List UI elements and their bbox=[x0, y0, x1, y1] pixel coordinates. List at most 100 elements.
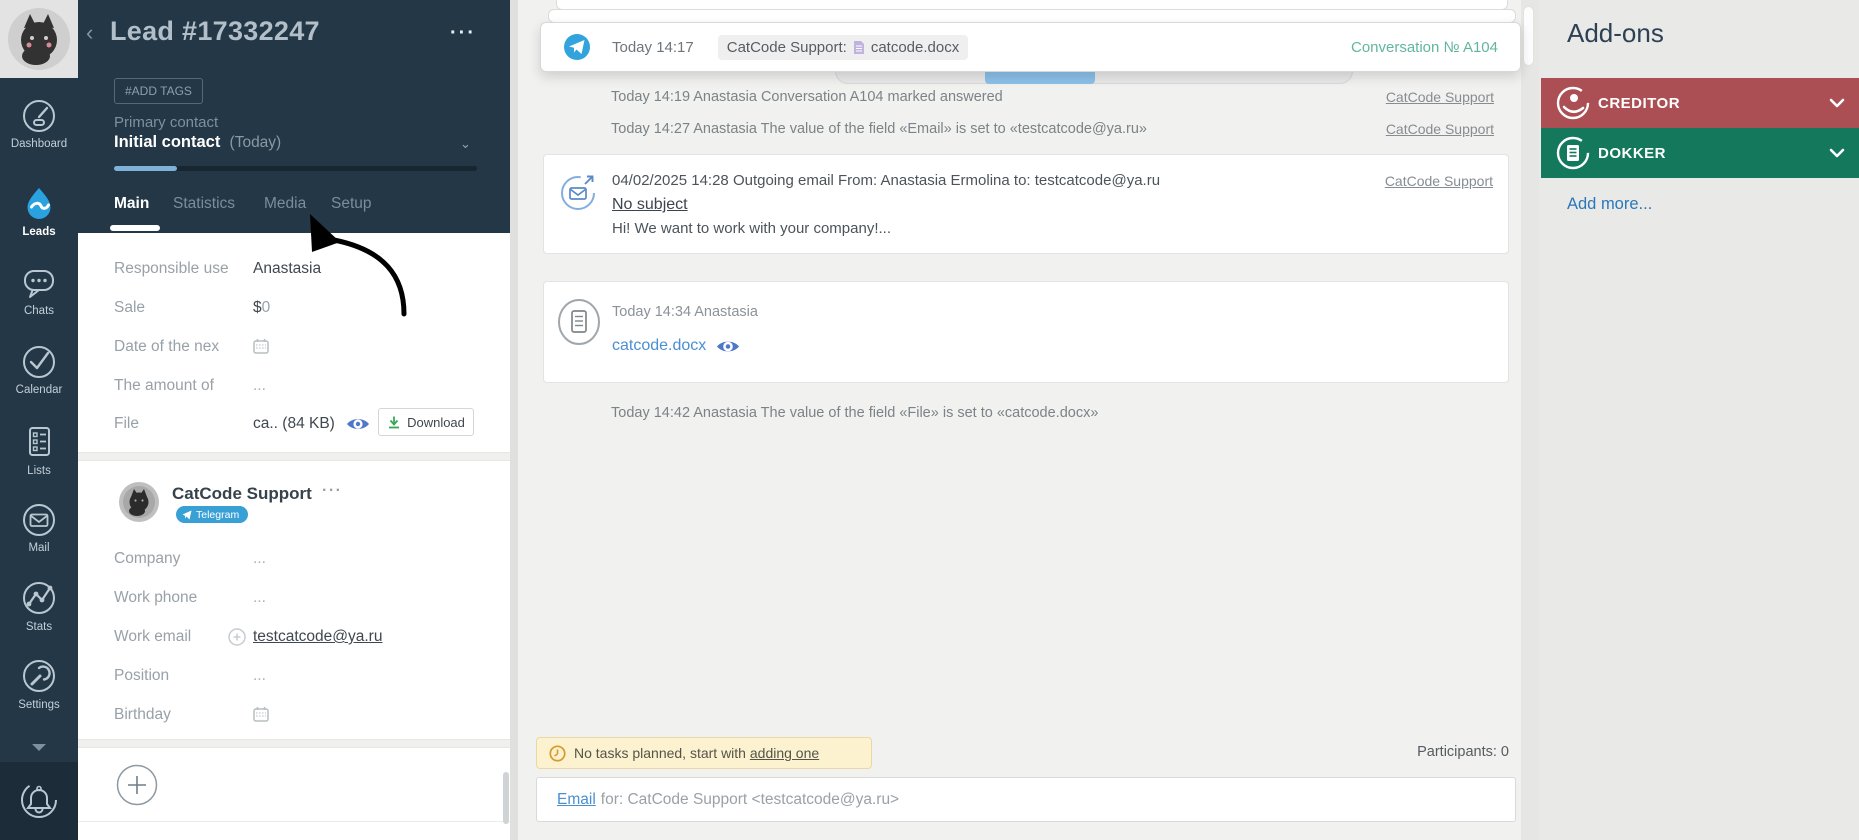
field-label-work-phone: Work phone bbox=[114, 589, 198, 606]
field-value-responsible[interactable]: Anastasia bbox=[253, 260, 321, 278]
sidebar-item-leads[interactable]: Leads bbox=[0, 186, 78, 238]
feed-event-text: Today 14:19 Anastasia Conversation A104 … bbox=[611, 89, 1003, 105]
contact-name[interactable]: CatCode Support bbox=[172, 484, 312, 504]
field-value-work-phone[interactable]: ... bbox=[253, 589, 266, 607]
plus-circle-icon bbox=[116, 764, 158, 806]
field-value-work-email[interactable]: testcatcode@ya.ru bbox=[253, 628, 382, 646]
lead-menu-button[interactable]: ··· bbox=[450, 22, 476, 45]
outgoing-email-icon bbox=[561, 175, 595, 210]
tab-setup[interactable]: Setup bbox=[331, 195, 372, 213]
composer-channel-link[interactable]: Email bbox=[557, 791, 596, 809]
add-more-link[interactable]: Add more... bbox=[1567, 195, 1652, 214]
tab-statistics[interactable]: Statistics bbox=[173, 195, 235, 213]
feed-event-contact-link[interactable]: CatCode Support bbox=[1386, 89, 1494, 105]
no-tasks-warning: No tasks planned, start with adding one bbox=[536, 737, 872, 769]
feed-event-contact-link[interactable]: CatCode Support bbox=[1386, 121, 1494, 137]
telegram-plane-icon bbox=[182, 510, 192, 519]
sidebar-item-mail[interactable]: Mail bbox=[0, 502, 78, 554]
sidebar-label: Lists bbox=[27, 465, 51, 477]
tab-main[interactable]: Main bbox=[114, 195, 149, 213]
doc-file-icon bbox=[853, 40, 864, 54]
feed-scrollbar-thumb[interactable] bbox=[1523, 6, 1534, 66]
notifications-zone[interactable] bbox=[0, 762, 78, 840]
addons-panel: Add-ons CREDITOR DOKKER Add more... bbox=[1539, 0, 1859, 840]
birthday-calendar-icon[interactable] bbox=[253, 706, 269, 722]
panel-scrollbar[interactable] bbox=[503, 772, 509, 824]
file-view-eye-icon[interactable] bbox=[716, 338, 740, 355]
clock-icon bbox=[549, 744, 566, 762]
pinned-message-chip[interactable]: CatCode Support: catcode.docx bbox=[717, 34, 969, 60]
telegram-badge[interactable]: Telegram bbox=[176, 506, 249, 523]
pinned-file-name[interactable]: catcode.docx bbox=[871, 39, 959, 56]
sidebar-item-chats[interactable]: Chats bbox=[0, 265, 78, 317]
lead-title: Lead #17332247 bbox=[110, 16, 320, 46]
lead-panel-header: ‹ Lead #17332247 ··· #ADD TAGS Primary c… bbox=[78, 0, 510, 233]
field-label-next-date: Date of the nex bbox=[114, 338, 220, 355]
sidebar-label: Chats bbox=[23, 305, 55, 317]
conversation-link[interactable]: Conversation № A104 bbox=[1351, 39, 1498, 56]
app-root: Dashboard Leads Chats Calendar Lists Mai… bbox=[0, 0, 1859, 840]
email-contact-link[interactable]: CatCode Support bbox=[1385, 173, 1493, 189]
email-subject-link[interactable]: No subject bbox=[612, 196, 688, 214]
download-button[interactable]: Download bbox=[378, 408, 474, 436]
contact-avatar[interactable] bbox=[119, 482, 159, 522]
stage-when: (Today) bbox=[229, 134, 282, 151]
telegram-badge-label: Telegram bbox=[196, 508, 240, 521]
sidebar-item-lists[interactable]: Lists bbox=[0, 423, 78, 477]
pinned-time: Today 14:17 bbox=[612, 38, 694, 56]
sidebar-item-stats[interactable]: Stats bbox=[0, 579, 78, 633]
back-button[interactable]: ‹ bbox=[86, 20, 93, 46]
tab-media[interactable]: Media bbox=[264, 195, 306, 213]
addon-creditor[interactable]: CREDITOR bbox=[1541, 78, 1859, 128]
field-label-file: File bbox=[114, 415, 139, 432]
sidebar-label: Leads bbox=[22, 226, 56, 238]
download-label: Download bbox=[407, 414, 465, 430]
addon-dokker[interactable]: DOKKER bbox=[1541, 128, 1859, 178]
file-event-card[interactable]: Today 14:34 Anastasia catcode.docx bbox=[543, 281, 1509, 383]
stacked-card-middle bbox=[548, 9, 1516, 23]
account-avatar[interactable] bbox=[0, 0, 78, 78]
stage-chevron-icon[interactable]: ⌄ bbox=[460, 136, 471, 152]
sidebar-item-calendar[interactable]: Calendar bbox=[0, 344, 78, 396]
file-card-link[interactable]: catcode.docx bbox=[612, 337, 706, 355]
adding-one-link[interactable]: adding one bbox=[750, 745, 819, 761]
sidebar-item-dashboard[interactable]: Dashboard bbox=[0, 98, 78, 150]
bell-icon bbox=[21, 782, 57, 818]
chevron-down-icon bbox=[1829, 98, 1845, 108]
field-label-position: Position bbox=[114, 667, 170, 684]
calendar-field-icon[interactable] bbox=[253, 338, 269, 354]
field-value-sale[interactable]: $0 bbox=[253, 299, 270, 317]
file-preview-eye-icon[interactable] bbox=[346, 416, 370, 432]
field-value-company[interactable]: ... bbox=[253, 550, 266, 568]
feed-event-text: Today 14:27 Anastasia The value of the f… bbox=[611, 121, 1147, 137]
field-label-sale: Sale bbox=[114, 299, 146, 316]
settings-icon bbox=[23, 660, 55, 692]
document-circle-icon bbox=[558, 299, 600, 345]
pinned-message-card[interactable]: Today 14:17 CatCode Support: catcode.doc… bbox=[540, 22, 1521, 72]
field-value-position[interactable]: ... bbox=[253, 667, 266, 685]
field-label-company: Company bbox=[114, 550, 181, 567]
field-label-amount: The amount of bbox=[114, 377, 214, 394]
field-value-amount[interactable]: ... bbox=[253, 377, 266, 395]
lists-icon bbox=[29, 427, 50, 456]
sidebar-collapse-chevron-icon[interactable] bbox=[32, 744, 46, 751]
contact-menu-button[interactable]: ··· bbox=[322, 482, 342, 500]
field-label-work-email: Work email bbox=[114, 628, 192, 645]
left-nav: Dashboard Leads Chats Calendar Lists Mai… bbox=[0, 0, 78, 840]
stage-selector[interactable]: Initial contact (Today) bbox=[114, 133, 281, 152]
pinned-author: CatCode Support: bbox=[726, 38, 847, 56]
lead-panel: ‹ Lead #17332247 ··· #ADD TAGS Primary c… bbox=[78, 0, 510, 840]
stage-value: Initial contact bbox=[114, 133, 221, 151]
leads-icon bbox=[27, 188, 51, 219]
composer-placeholder: for: CatCode Support <testcatcode@ya.ru> bbox=[600, 790, 900, 808]
field-value-file[interactable]: ca.. (84 KB) bbox=[253, 415, 335, 433]
add-tags-button[interactable]: #ADD TAGS bbox=[114, 78, 203, 104]
add-contact-button[interactable]: Add contact bbox=[78, 748, 510, 822]
field-label-birthday: Birthday bbox=[114, 706, 171, 723]
calendar-icon bbox=[23, 346, 55, 378]
add-email-icon[interactable] bbox=[228, 628, 246, 646]
sidebar-item-settings[interactable]: Settings bbox=[0, 657, 78, 711]
email-event-card[interactable]: 04/02/2025 14:28 Outgoing email From: An… bbox=[543, 154, 1509, 254]
contact-cat-icon bbox=[123, 486, 155, 518]
message-composer[interactable]: Email for: CatCode Support <testcatcode@… bbox=[536, 777, 1516, 822]
